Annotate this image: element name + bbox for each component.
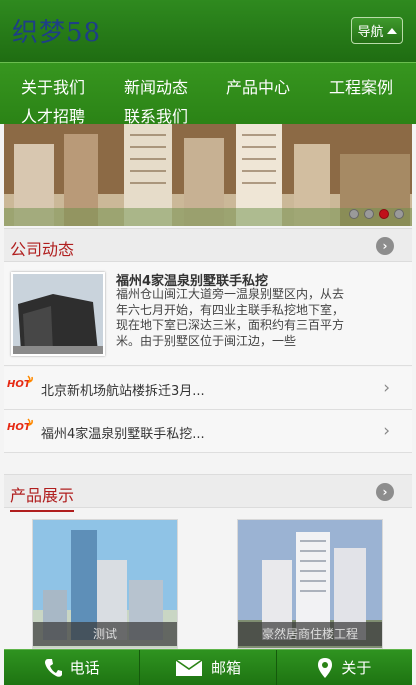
product-caption: 测试	[33, 622, 177, 646]
news-list-item-title: 福州4家温泉别墅联手私挖...	[41, 427, 205, 442]
mobile-page: 织梦58 导航 关于我们 新闻动态 产品中心 工程案例 人才招聘 联系我们 公司…	[0, 0, 416, 685]
product-caption: 豪然居商住楼工程	[238, 622, 382, 646]
slider-dot[interactable]	[349, 209, 359, 219]
featured-news-item[interactable]: 福州4家温泉别墅联手私挖 福州仓山闽江大道旁一温泉别墅区内，从去年六七月开始，有…	[4, 262, 412, 366]
svg-text:HOT: HOT	[7, 379, 32, 390]
bottom-action-bar: 电话 邮箱 关于	[4, 649, 412, 685]
location-pin-icon	[318, 657, 333, 678]
chevron-right-icon: ›	[383, 378, 390, 398]
news-list-item-title: 北京新机场航站楼拆迁3月...	[41, 384, 205, 399]
about-button[interactable]: 关于	[277, 650, 412, 685]
phone-button-label: 电话	[69, 659, 100, 677]
site-header: 织梦58 导航	[0, 0, 416, 62]
menu-item-about[interactable]: 关于我们	[21, 74, 85, 98]
product-card[interactable]: 豪然居商住楼工程	[237, 519, 383, 649]
slider-pagination	[349, 209, 404, 219]
product-card[interactable]: 测试	[32, 519, 178, 649]
nav-toggle-label: 导航	[357, 25, 384, 40]
chevron-right-icon: ›	[383, 421, 390, 441]
menu-item-cases[interactable]: 工程案例	[329, 74, 393, 98]
product-section-title[interactable]: 产品展示	[10, 482, 75, 512]
main-menu: 关于我们 新闻动态 产品中心 工程案例 人才招聘 联系我们	[0, 62, 416, 126]
phone-icon	[44, 658, 62, 677]
product-section-header: 产品展示 ›	[4, 474, 412, 512]
about-button-label: 关于	[341, 659, 372, 677]
svg-text:HOT: HOT	[7, 422, 32, 433]
featured-news-summary: 福州仓山闽江大道旁一温泉别墅区内，从去年六七月开始，有四业主联手私挖地下室，现在…	[116, 287, 345, 348]
slider-dot[interactable]	[364, 209, 374, 219]
site-logo[interactable]: 织梦58	[12, 12, 101, 49]
news-section-header: 公司动态 ›	[4, 228, 412, 266]
hot-badge-icon: HOT	[7, 375, 33, 390]
news-list-item[interactable]: HOT 福州4家温泉别墅联手私挖... ›	[4, 410, 412, 453]
menu-item-products[interactable]: 产品中心	[226, 74, 290, 98]
slider-dot[interactable]	[394, 209, 404, 219]
hot-badge-icon: HOT	[7, 418, 33, 433]
banner-slider[interactable]	[4, 124, 412, 226]
news-list-item[interactable]: HOT 北京新机场航站楼拆迁3月... ›	[4, 367, 412, 410]
more-arrow-icon[interactable]: ›	[376, 237, 394, 255]
featured-news-thumbnail	[11, 272, 105, 356]
mail-icon	[175, 658, 203, 676]
mail-button-label: 邮箱	[210, 659, 241, 677]
more-arrow-icon[interactable]: ›	[376, 483, 394, 501]
caret-up-icon	[386, 27, 397, 34]
phone-button[interactable]: 电话	[4, 650, 141, 685]
nav-toggle-button[interactable]: 导航	[351, 17, 403, 44]
mail-button[interactable]: 邮箱	[140, 650, 277, 685]
menu-item-news[interactable]: 新闻动态	[124, 74, 188, 98]
slider-dot-active[interactable]	[379, 209, 389, 219]
